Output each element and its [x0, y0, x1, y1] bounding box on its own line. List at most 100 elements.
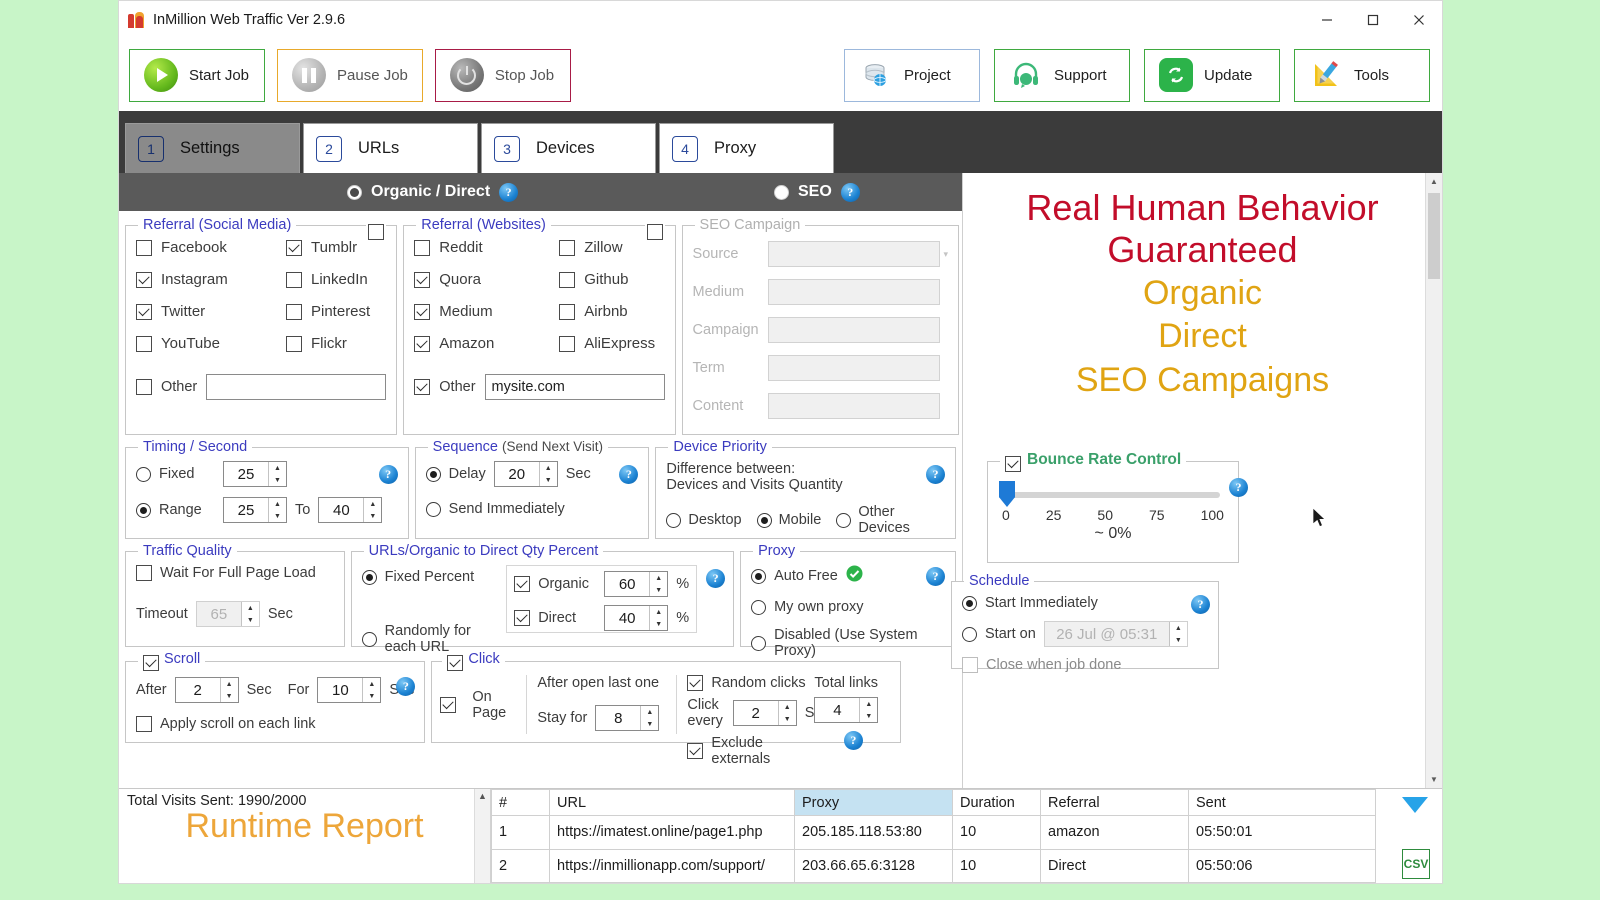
timing-range-from-spinner[interactable]: 25 ▲ ▼ — [223, 497, 287, 523]
tab-settings[interactable]: 1 Settings — [125, 123, 300, 173]
timing-range-to-spinner[interactable]: 40 ▲ ▼ — [318, 497, 383, 523]
col-proxy[interactable]: Proxy — [794, 789, 953, 816]
mode-seo[interactable]: SEO ? — [774, 182, 860, 202]
exclude-externals-row[interactable]: Exclude externals — [687, 735, 814, 767]
timing-fixed-spinner[interactable]: 25 ▲ ▼ — [223, 461, 287, 487]
social-media-group-checkbox[interactable] — [368, 224, 385, 240]
proxy-disabled-radio[interactable] — [751, 635, 767, 651]
apply-scroll-row[interactable]: Apply scroll on each link — [136, 716, 414, 732]
wait-full-page-row[interactable]: Wait For Full Page Load — [136, 565, 334, 581]
sequence-delay-radio[interactable] — [425, 466, 441, 482]
seo-source-input[interactable] — [767, 241, 940, 267]
checkbox-github[interactable]: Github — [559, 271, 664, 288]
update-button[interactable]: Update — [1144, 48, 1280, 102]
click-on-page-row[interactable]: On Page — [440, 689, 526, 721]
apply-scroll-checkbox[interactable] — [136, 716, 152, 732]
seo-campaign-input[interactable] — [767, 317, 940, 343]
youtube-checkbox[interactable] — [136, 335, 152, 352]
instagram-checkbox[interactable] — [136, 271, 152, 288]
seo-help-icon[interactable]: ? — [840, 182, 860, 202]
qty-percent-help-icon[interactable]: ? — [706, 569, 726, 588]
facebook-checkbox[interactable] — [136, 239, 152, 256]
seo-content-input[interactable] — [767, 393, 940, 419]
bounce-enable-checkbox[interactable] — [1005, 456, 1021, 472]
organic-direct-radio[interactable] — [347, 184, 362, 200]
bounce-slider-track[interactable] — [999, 481, 1220, 507]
seo-term-input[interactable] — [767, 355, 940, 381]
minimize-icon[interactable] — [1304, 1, 1350, 39]
checkbox-twitter[interactable]: Twitter — [136, 303, 286, 320]
websites-group-checkbox-wrap[interactable] — [644, 224, 665, 245]
collapse-down-icon[interactable] — [1402, 797, 1428, 813]
table-row[interactable]: 2 https://inmillionapp.com/support/ 203.… — [491, 848, 1376, 883]
click-help-icon[interactable]: ? — [843, 731, 863, 750]
checkbox-facebook[interactable]: Facebook — [136, 239, 286, 256]
amazon-checkbox[interactable] — [414, 335, 431, 352]
export-csv-icon[interactable]: CSV — [1402, 849, 1430, 879]
schedule-immediate-row[interactable]: Start Immediately — [962, 595, 1208, 611]
schedule-close-row[interactable]: Close when job done — [962, 657, 1208, 673]
twitter-checkbox[interactable] — [136, 303, 152, 320]
checkbox-youtube[interactable]: YouTube — [136, 335, 286, 352]
scroll-down-icon[interactable]: ▼ — [1426, 771, 1442, 788]
checkbox-airbnb[interactable]: Airbnb — [559, 303, 664, 320]
direct-pct-spinner[interactable]: 40 ▲ ▼ — [604, 605, 669, 631]
scroll-after-spinner[interactable]: 2 ▲ ▼ — [174, 677, 239, 703]
seo-radio[interactable] — [774, 184, 789, 200]
social-other-checkbox[interactable] — [136, 379, 152, 395]
reddit-checkbox[interactable] — [414, 239, 431, 256]
random-each-url-radio[interactable] — [361, 631, 377, 647]
timing-fixed-radio[interactable] — [136, 466, 151, 482]
click-on-page-checkbox[interactable] — [440, 696, 457, 713]
aliexpress-checkbox[interactable] — [559, 335, 576, 352]
schedule-datetime-spinner[interactable]: 26 Jul @ 05:31 ▲ ▼ — [1043, 621, 1188, 647]
bounce-slider[interactable]: 0 25 50 75 100 ~ 0% — [998, 478, 1228, 543]
stop-job-button[interactable]: Stop Job — [434, 48, 571, 102]
pause-job-button[interactable]: Pause Job — [277, 48, 423, 102]
exclude-externals-checkbox[interactable] — [687, 743, 704, 759]
scroll-up-icon[interactable]: ▲ — [1426, 173, 1442, 190]
timing-help-icon[interactable]: ? — [378, 465, 398, 484]
direct-pct-checkbox[interactable] — [514, 610, 531, 626]
pinterest-checkbox[interactable] — [286, 303, 302, 320]
checkbox-medium[interactable]: Medium — [414, 303, 559, 320]
bounce-help-icon[interactable]: ? — [1229, 478, 1248, 497]
checkbox-aliexpress[interactable]: AliExpress — [559, 335, 664, 352]
col-referral[interactable]: Referral — [1040, 789, 1189, 816]
proxy-help-icon[interactable]: ? — [925, 567, 945, 586]
close-icon[interactable] — [1396, 1, 1442, 39]
tab-proxy[interactable]: 4 Proxy — [659, 123, 834, 173]
schedule-start-on-radio[interactable] — [962, 626, 977, 642]
sequence-immediate-radio[interactable] — [425, 501, 441, 517]
social-other-input[interactable] — [206, 374, 387, 400]
websites-other-checkbox[interactable] — [414, 379, 431, 395]
bounce-slider-thumb[interactable] — [999, 481, 1015, 507]
proxy-own-row[interactable]: My own proxy — [751, 599, 945, 615]
checkbox-linkedin[interactable]: LinkedIn — [286, 271, 386, 288]
tab-urls[interactable]: 2 URLs — [303, 123, 478, 173]
wait-full-page-checkbox[interactable] — [136, 565, 152, 581]
websites-other-input[interactable]: mysite.com — [484, 374, 665, 400]
websites-group-checkbox[interactable] — [646, 224, 663, 240]
report-summary-scrollbar[interactable]: ▲ — [474, 789, 490, 883]
linkedin-checkbox[interactable] — [286, 271, 302, 288]
tools-button[interactable]: Tools — [1294, 48, 1430, 102]
scroll-for-spinner[interactable]: 10 ▲ ▼ — [317, 677, 382, 703]
tumblr-checkbox[interactable] — [286, 239, 302, 256]
checkbox-quora[interactable]: Quora — [414, 271, 559, 288]
random-clicks-row[interactable]: Random clicks — [687, 675, 814, 691]
project-button[interactable]: Project — [844, 48, 980, 102]
support-button[interactable]: Support — [994, 48, 1130, 102]
total-links-spinner[interactable]: 4 ▲ ▼ — [814, 697, 879, 723]
airbnb-checkbox[interactable] — [559, 303, 576, 320]
sequence-delay-spinner[interactable]: 20 ▲ ▼ — [493, 461, 558, 487]
schedule-close-checkbox[interactable] — [962, 657, 978, 673]
col-sent[interactable]: Sent — [1188, 789, 1376, 816]
sequence-immediate-row[interactable]: Send Immediately — [425, 501, 639, 517]
fixed-percent-radio[interactable] — [361, 569, 377, 585]
organic-pct-spinner[interactable]: 60 ▲ ▼ — [604, 571, 669, 597]
seo-source-dropdown-icon[interactable]: ▾ — [944, 249, 949, 260]
device-other-radio[interactable] — [836, 512, 852, 528]
checkbox-reddit[interactable]: Reddit — [414, 239, 559, 256]
device-priority-help-icon[interactable]: ? — [926, 465, 945, 484]
